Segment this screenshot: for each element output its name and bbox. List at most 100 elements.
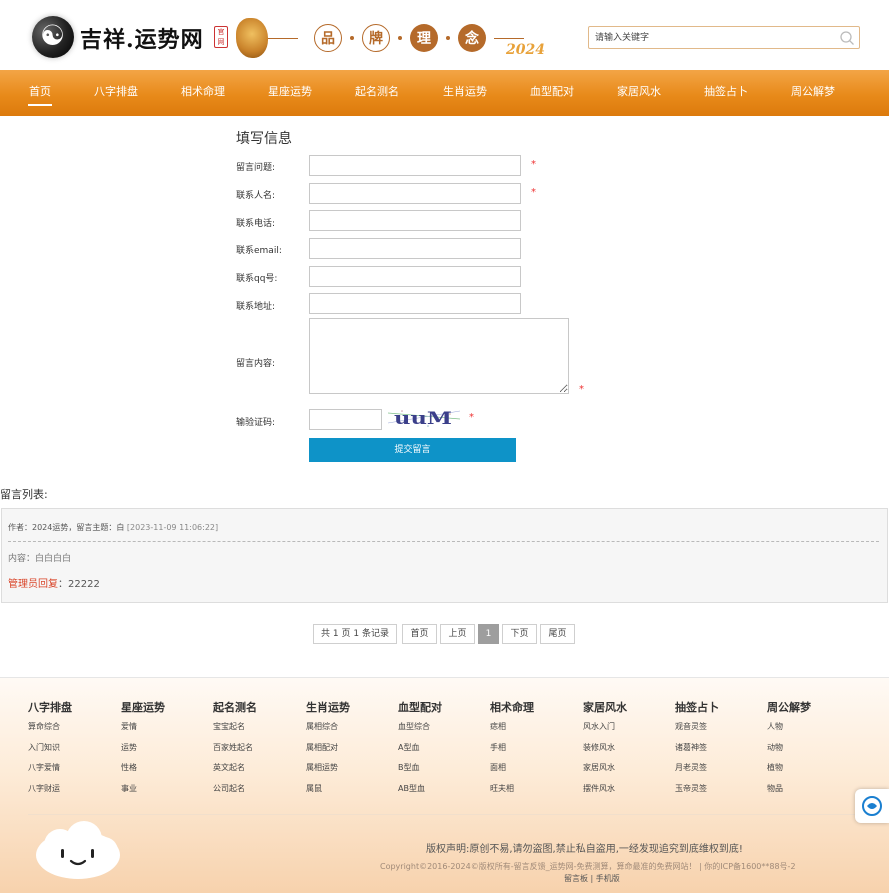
- footer-link[interactable]: 属相运势: [306, 761, 350, 782]
- footer-link[interactable]: 痣相: [490, 720, 534, 741]
- comment-list-title: 留言列表:: [0, 488, 48, 501]
- footer-link[interactable]: AB型血: [398, 782, 442, 803]
- footer-link[interactable]: 算命综合: [28, 720, 72, 741]
- footer-link[interactable]: 事业: [121, 782, 165, 803]
- footer-column-blood-type: 血型配对 血型综合 A型血 B型血 AB型血: [398, 700, 442, 803]
- footer-link[interactable]: 风水入门: [583, 720, 627, 741]
- footer-column-horoscope: 星座运势 爱情 运势 性格 事业: [121, 700, 165, 803]
- footer-column-title[interactable]: 相术命理: [490, 700, 534, 720]
- submit-button[interactable]: 提交留言: [309, 438, 516, 462]
- footer-link[interactable]: 英文起名: [213, 761, 257, 782]
- motto-char: 品: [314, 24, 342, 52]
- admin-reply: 管理员回复：22222: [8, 575, 100, 590]
- footer-column-naming: 起名测名 宝宝起名 百家姓起名 英文起名 公司起名: [213, 700, 257, 803]
- required-mark: *: [531, 187, 536, 198]
- search-icon[interactable]: [839, 30, 855, 46]
- footer-link[interactable]: 属相配对: [306, 741, 350, 762]
- footer-column-title[interactable]: 八字排盘: [28, 700, 72, 720]
- footer-link[interactable]: 植物: [767, 761, 811, 782]
- footer-link[interactable]: 百家姓起名: [213, 741, 257, 762]
- prev-page-button[interactable]: 上页: [440, 624, 475, 644]
- footer-column-title[interactable]: 生肖运势: [306, 700, 350, 720]
- footer-link[interactable]: 八字爱情: [28, 761, 72, 782]
- footer-link[interactable]: 摆件风水: [583, 782, 627, 803]
- nav-item-naming[interactable]: 起名测名: [355, 70, 399, 116]
- nav-item-blood-type[interactable]: 血型配对: [530, 70, 574, 116]
- nav-item-divination[interactable]: 抽签占卜: [704, 70, 748, 116]
- footer-column-title[interactable]: 星座运势: [121, 700, 165, 720]
- footer-column-title[interactable]: 血型配对: [398, 700, 442, 720]
- email-field[interactable]: [309, 238, 521, 259]
- footer-link[interactable]: 属相综合: [306, 720, 350, 741]
- search-input[interactable]: [595, 30, 825, 45]
- phone-field[interactable]: [309, 210, 521, 231]
- qq-label: 联系qq号:: [236, 274, 278, 284]
- footer-link[interactable]: 动物: [767, 741, 811, 762]
- footer-link[interactable]: 属鼠: [306, 782, 350, 803]
- nav-item-bazi[interactable]: 八字排盘: [94, 70, 138, 116]
- next-page-button[interactable]: 下页: [502, 624, 537, 644]
- name-label: 联系人名:: [236, 191, 276, 201]
- nav-item-physiognomy[interactable]: 相术命理: [181, 70, 225, 116]
- footer-link[interactable]: 月老灵签: [675, 761, 719, 782]
- footer-link[interactable]: 观音灵签: [675, 720, 719, 741]
- motto-dot: [350, 36, 354, 40]
- motto-dot: [398, 36, 402, 40]
- subject-label: 留言问题:: [236, 163, 276, 173]
- footer-column-physiognomy: 相术命理 痣相 手相 面相 旺夫相: [490, 700, 534, 803]
- captcha-image[interactable]: uuM: [388, 405, 460, 430]
- qq-field[interactable]: [309, 266, 521, 287]
- required-mark: *: [531, 159, 536, 170]
- footer-link[interactable]: 爱情: [121, 720, 165, 741]
- footer-link[interactable]: 性格: [121, 761, 165, 782]
- footer-column-title[interactable]: 起名测名: [213, 700, 257, 720]
- footer-link[interactable]: 旺夫相: [490, 782, 534, 803]
- captcha-field[interactable]: [309, 409, 382, 430]
- footer-link[interactable]: A型血: [398, 741, 442, 762]
- footer-link[interactable]: 八字财运: [28, 782, 72, 803]
- footer-link[interactable]: B型血: [398, 761, 442, 782]
- footer-link[interactable]: 装修风水: [583, 741, 627, 762]
- nav-item-dream[interactable]: 周公解梦: [791, 70, 835, 116]
- motto-char: 牌: [362, 24, 390, 52]
- phone-label: 联系电话:: [236, 219, 276, 229]
- footer-link[interactable]: 家居风水: [583, 761, 627, 782]
- decor-line: [268, 38, 298, 39]
- footer-column-title[interactable]: 抽签占卜: [675, 700, 719, 720]
- footer-link[interactable]: 玉帝灵签: [675, 782, 719, 803]
- nav-item-zodiac[interactable]: 生肖运势: [443, 70, 487, 116]
- footer-link[interactable]: 人物: [767, 720, 811, 741]
- comment-divider: [8, 541, 879, 542]
- footer-link[interactable]: 运势: [121, 741, 165, 762]
- footer-bottom-links[interactable]: 留言板 | 手机版: [564, 873, 620, 884]
- footer-link[interactable]: 面相: [490, 761, 534, 782]
- footer-link[interactable]: 物品: [767, 782, 811, 803]
- nav-item-home[interactable]: 首页: [28, 70, 52, 116]
- footer-column-bazi: 八字排盘 算命综合 入门知识 八字爱情 八字财运: [28, 700, 72, 803]
- footer-link[interactable]: 公司起名: [213, 782, 257, 803]
- footer-column-title[interactable]: 家居风水: [583, 700, 627, 720]
- official-badge: 官网: [214, 26, 228, 48]
- footer-column-title[interactable]: 周公解梦: [767, 700, 811, 720]
- address-field[interactable]: [309, 293, 521, 314]
- content-textarea[interactable]: [309, 318, 569, 394]
- name-field[interactable]: [309, 183, 521, 204]
- footer-link[interactable]: 宝宝起名: [213, 720, 257, 741]
- nav-item-horoscope[interactable]: 星座运势: [268, 70, 312, 116]
- comment-date: [2023-11-09 11:06:22]: [126, 523, 219, 532]
- site-logo[interactable]: 吉祥.运势网 官网 品 牌 理 念 2024: [28, 14, 548, 64]
- footer-link[interactable]: 入门知识: [28, 741, 72, 762]
- subject-field[interactable]: [309, 155, 521, 176]
- required-mark: *: [579, 384, 584, 395]
- search-box: [588, 26, 860, 49]
- footer-link[interactable]: 血型综合: [398, 720, 442, 741]
- form-title: 填写信息: [236, 131, 292, 147]
- nav-item-fengshui[interactable]: 家居风水: [617, 70, 661, 116]
- footer-link[interactable]: 手相: [490, 741, 534, 762]
- current-page[interactable]: 1: [478, 624, 499, 644]
- cloud-mascot-icon[interactable]: [34, 821, 122, 883]
- first-page-button[interactable]: 首页: [402, 624, 437, 644]
- footer-link[interactable]: 诸葛神签: [675, 741, 719, 762]
- last-page-button[interactable]: 尾页: [540, 624, 575, 644]
- floating-share-button[interactable]: [855, 789, 889, 823]
